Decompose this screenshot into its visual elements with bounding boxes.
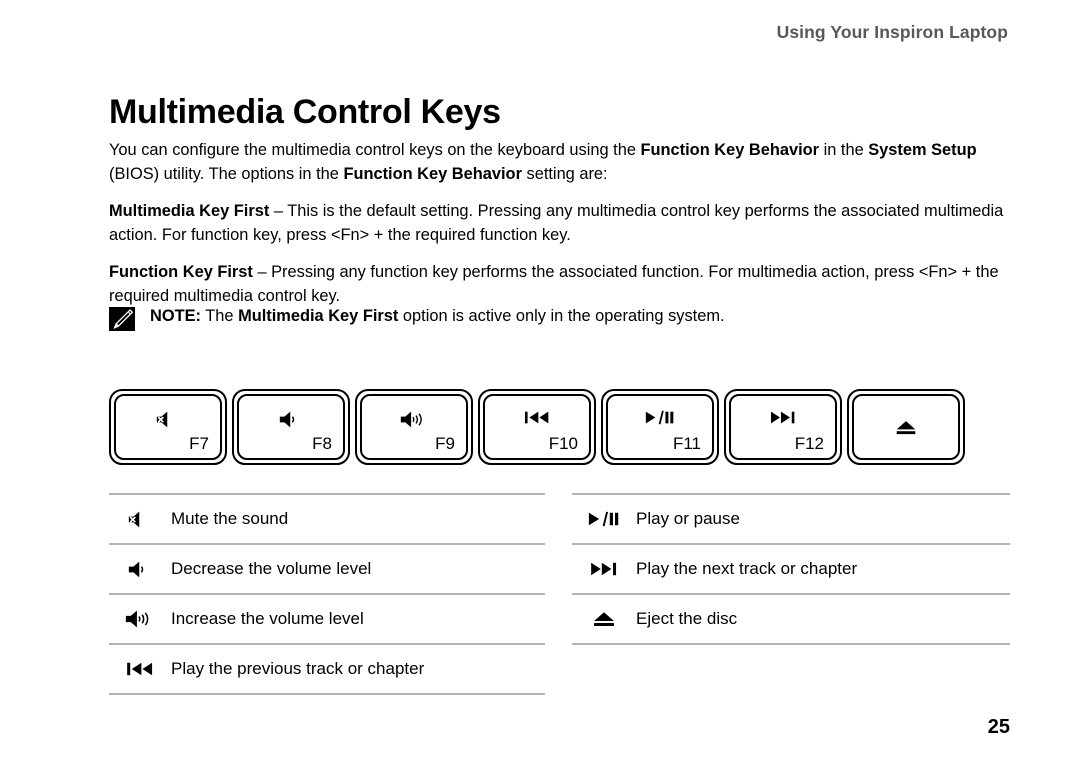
mute-icon: [116, 410, 220, 434]
legend-row: Play or pause: [572, 493, 1010, 545]
key-f7-label: F7: [189, 434, 209, 453]
intro-emphasis-function-key-behavior-2: Function Key Behavior: [343, 164, 522, 183]
function-key-first-term: Function Key First: [109, 263, 253, 282]
key-f10-face: F10: [483, 394, 591, 460]
legend-row: Increase the volume level: [109, 595, 545, 645]
legend-label: Play the previous track or chapter: [171, 659, 425, 678]
key-f10-previous-track[interactable]: F10: [478, 389, 596, 465]
volume-down-icon: [109, 560, 171, 579]
key-f12-face: F12: [729, 394, 837, 460]
play-pause-icon: [608, 410, 712, 434]
key-f9-face: F9: [360, 394, 468, 460]
intro-text-3: (BIOS) utility. The options in the: [109, 164, 344, 183]
previous-track-icon: [485, 410, 589, 434]
note-callout: NOTE: The Multimedia Key First option is…: [109, 305, 1009, 331]
function-key-first-paragraph: Function Key First – Pressing any functi…: [109, 261, 1014, 308]
next-track-icon: [572, 561, 636, 577]
key-eject[interactable]: [847, 389, 965, 465]
mute-icon: [109, 510, 171, 529]
volume-up-icon: [109, 609, 171, 629]
intro-text-4: setting are:: [521, 164, 608, 183]
note-text: NOTE: The Multimedia Key First option is…: [150, 305, 725, 328]
document-page: Using Your Inspiron Laptop Multimedia Co…: [0, 0, 1080, 766]
intro-text-2: in the: [819, 141, 869, 160]
legend-row: Play the previous track or chapter: [109, 645, 545, 695]
multimedia-key-row: F7 F8 F9 F10 F11 F12: [109, 389, 965, 465]
legend-label: Play the next track or chapter: [636, 559, 858, 578]
legend-row: Eject the disc: [572, 595, 1010, 645]
legend-label: Increase the volume level: [171, 609, 364, 628]
legend-label: Play or pause: [636, 509, 740, 528]
key-f11-label: F11: [672, 434, 701, 453]
key-f8-label: F8: [312, 434, 332, 453]
legend-row: Decrease the volume level: [109, 545, 545, 595]
key-f12-label: F12: [794, 434, 824, 453]
legend-table-left: Mute the sound Decrease the volume level: [109, 493, 545, 695]
legend-label: Mute the sound: [171, 509, 289, 528]
note-label: NOTE:: [150, 307, 201, 325]
key-f8-face: F8: [237, 394, 345, 460]
multimedia-key-first-paragraph: Multimedia Key First – This is the defau…: [109, 200, 1014, 247]
key-f11-face: F11: [606, 394, 714, 460]
key-f7-face: F7: [114, 394, 222, 460]
intro-paragraph: You can configure the multimedia control…: [109, 139, 1014, 186]
legend-row: Mute the sound: [109, 493, 545, 545]
page-number: 25: [987, 716, 1010, 738]
note-pencil-icon: [109, 307, 135, 331]
intro-text-1: You can configure the multimedia control…: [109, 141, 641, 160]
key-f8-volume-down[interactable]: F8: [232, 389, 350, 465]
volume-down-icon: [239, 410, 343, 434]
note-emphasis: Multimedia Key First: [238, 307, 399, 325]
play-pause-icon: [572, 511, 636, 527]
key-f11-play-pause[interactable]: F11: [601, 389, 719, 465]
previous-track-icon: [109, 661, 171, 677]
key-f9-label: F9: [435, 434, 455, 453]
intro-emphasis-system-setup: System Setup: [868, 141, 977, 160]
eject-icon: [854, 396, 958, 458]
running-header: Using Your Inspiron Laptop: [776, 22, 1008, 42]
eject-icon: [572, 610, 636, 628]
legend-label: Decrease the volume level: [171, 559, 372, 578]
intro-emphasis-function-key-behavior: Function Key Behavior: [640, 141, 820, 160]
next-track-icon: [731, 410, 835, 434]
key-f7-mute[interactable]: F7: [109, 389, 227, 465]
key-f10-label: F10: [548, 434, 578, 453]
note-text-1: The: [201, 307, 239, 325]
legend-row: Play the next track or chapter: [572, 545, 1010, 595]
legend-table-right: Play or pause Play the next track or cha…: [572, 493, 1010, 645]
page-title: Multimedia Control Keys: [109, 92, 501, 131]
multimedia-key-first-term: Multimedia Key First: [109, 202, 270, 221]
key-f9-volume-up[interactable]: F9: [355, 389, 473, 465]
note-text-2: option is active only in the operating s…: [398, 307, 725, 325]
key-f12-next-track[interactable]: F12: [724, 389, 842, 465]
legend-label: Eject the disc: [636, 609, 738, 628]
key-eject-face: [852, 394, 960, 460]
volume-up-icon: [362, 410, 466, 434]
